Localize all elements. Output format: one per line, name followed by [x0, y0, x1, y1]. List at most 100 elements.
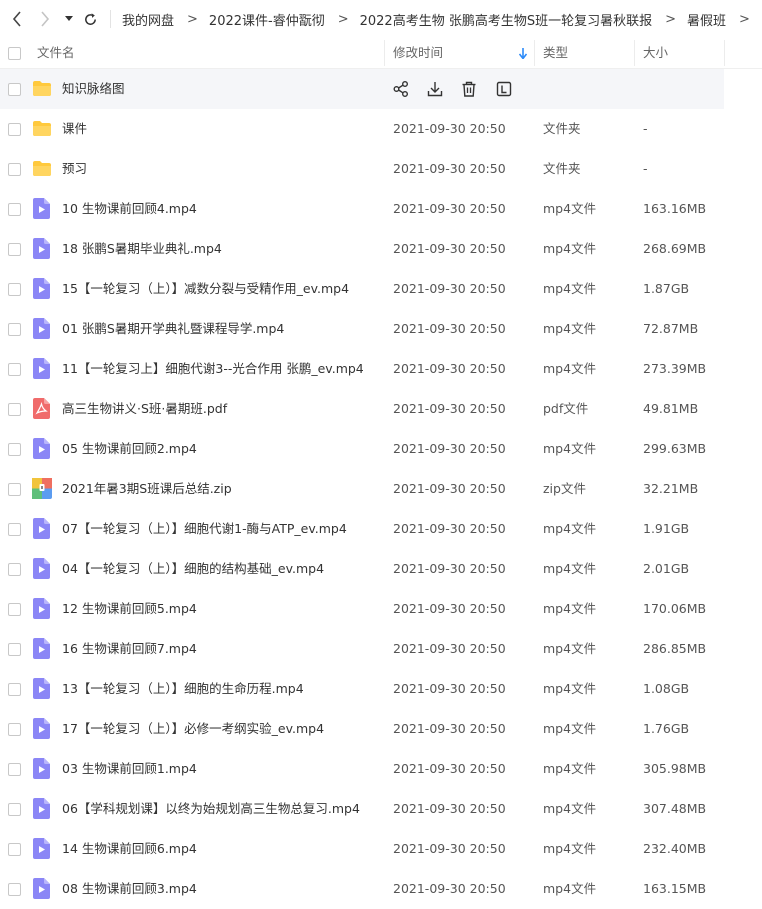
- row-checkbox[interactable]: [8, 163, 21, 176]
- breadcrumb-item-course[interactable]: 2022课件-睿仲翫彻: [209, 10, 325, 29]
- history-dropdown-button[interactable]: [62, 9, 76, 29]
- row-checkbox[interactable]: [8, 83, 21, 96]
- row-checkbox[interactable]: [8, 723, 21, 736]
- breadcrumb-item-current[interactable]: 暑假班: [687, 10, 726, 29]
- row-checkbox[interactable]: [8, 843, 21, 856]
- row-checkbox[interactable]: [8, 363, 21, 376]
- file-name[interactable]: 05 生物课前回顾2.mp4: [62, 429, 197, 469]
- file-row[interactable]: 01 张鹏S暑期开学典礼暨课程导学.mp4 2021-09-30 20:50 mp4…: [0, 309, 762, 349]
- file-name[interactable]: 07【一轮复习（上）】细胞代谢1-酶与ATP_ev.mp4: [62, 509, 347, 549]
- file-name[interactable]: 11【一轮复习上】细胞代谢3--光合作用 张鹏_ev.mp4: [62, 349, 364, 389]
- file-row[interactable]: 08 生物课前回顾3.mp4 2021-09-30 20:50 mp4文件 163.1…: [0, 869, 762, 909]
- file-name[interactable]: 课件: [62, 109, 87, 149]
- file-row[interactable]: 07【一轮复习（上）】细胞代谢1-酶与ATP_ev.mp4 2021-09-30 …: [0, 509, 762, 549]
- file-size: 268.69MB: [643, 241, 707, 256]
- row-checkbox[interactable]: [8, 803, 21, 816]
- file-row[interactable]: 14 生物课前回顾6.mp4 2021-09-30 20:50 mp4文件 232.4…: [0, 829, 762, 869]
- file-modified-time: 2021-09-30 20:50: [393, 521, 506, 536]
- file-name[interactable]: 高三生物讲义·S班·暑期班.pdf: [62, 389, 227, 429]
- file-name[interactable]: 预习: [62, 149, 87, 189]
- file-name[interactable]: 08 生物课前回顾3.mp4: [62, 869, 197, 909]
- file-name[interactable]: 06【学科规划课】以终为始规划高三生物总复习.mp4: [62, 789, 360, 829]
- row-checkbox[interactable]: [8, 883, 21, 896]
- file-name[interactable]: 2021年暑3期S班课后总结.zip: [62, 469, 232, 509]
- row-checkbox[interactable]: [8, 523, 21, 536]
- file-name[interactable]: 10 生物课前回顾4.mp4: [62, 189, 197, 229]
- file-row[interactable]: 预习 2021-09-30 20:50 文件夹 -: [0, 149, 762, 189]
- row-checkbox[interactable]: [8, 403, 21, 416]
- row-checkbox[interactable]: [8, 323, 21, 336]
- file-name[interactable]: 01 张鹏S暑期开学典礼暨课程导学.mp4: [62, 309, 284, 349]
- row-checkbox[interactable]: [8, 563, 21, 576]
- row-checkbox[interactable]: [8, 603, 21, 616]
- breadcrumb-item-class[interactable]: 2022高考生物 张鹏高考生物S班一轮复习暑秋联报: [360, 10, 652, 29]
- refresh-button[interactable]: [80, 9, 100, 29]
- sort-descending-icon[interactable]: [519, 48, 527, 59]
- file-row[interactable]: 18 张鹏S暑期毕业典礼.mp4 2021-09-30 20:50 mp4文件 268…: [0, 229, 762, 269]
- file-name[interactable]: 12 生物课前回顾5.mp4: [62, 589, 197, 629]
- row-checkbox[interactable]: [8, 283, 21, 296]
- file-row[interactable]: 2021年暑3期S班课后总结.zip 2021-09-30 20:50 zip文件 3…: [0, 469, 762, 509]
- file-row[interactable]: 12 生物课前回顾5.mp4 2021-09-30 20:50 mp4文件 170.0…: [0, 589, 762, 629]
- file-name[interactable]: 18 张鹏S暑期毕业典礼.mp4: [62, 229, 222, 269]
- column-header-type[interactable]: 类型: [543, 38, 568, 68]
- column-header-modified[interactable]: 修改时间: [393, 38, 443, 68]
- row-checkbox[interactable]: [8, 643, 21, 656]
- file-row[interactable]: 16 生物课前回顾7.mp4 2021-09-30 20:50 mp4文件 286.8…: [0, 629, 762, 669]
- file-row[interactable]: 03 生物课前回顾1.mp4 2021-09-30 20:50 mp4文件 305.9…: [0, 749, 762, 789]
- row-checkbox[interactable]: [8, 683, 21, 696]
- file-modified-time: 2021-09-30 20:50: [393, 841, 506, 856]
- file-row[interactable]: 知识脉络图: [0, 69, 724, 109]
- row-checkbox[interactable]: [8, 243, 21, 256]
- column-header-name[interactable]: 文件名: [37, 38, 75, 68]
- file-name[interactable]: 13【一轮复习（上）】细胞的生命历程.mp4: [62, 669, 304, 709]
- download-icon[interactable]: [426, 80, 444, 98]
- row-checkbox[interactable]: [8, 123, 21, 136]
- file-row[interactable]: 课件 2021-09-30 20:50 文件夹 -: [0, 109, 762, 149]
- video-file-icon: [33, 838, 50, 859]
- file-name[interactable]: 15【一轮复习（上）】减数分裂与受精作用_ev.mp4: [62, 269, 349, 309]
- file-row[interactable]: 06【学科规划课】以终为始规划高三生物总复习.mp4 2021-09-30 20:…: [0, 789, 762, 829]
- file-row[interactable]: 04【一轮复习（上）】细胞的结构基础_ev.mp4 2021-09-30 20:5…: [0, 549, 762, 589]
- file-name[interactable]: 03 生物课前回顾1.mp4: [62, 749, 197, 789]
- file-name[interactable]: 16 生物课前回顾7.mp4: [62, 629, 197, 669]
- file-row[interactable]: 15【一轮复习（上）】减数分裂与受精作用_ev.mp4 2021-09-30 20…: [0, 269, 762, 309]
- file-row[interactable]: 13【一轮复习（上）】细胞的生命历程.mp4 2021-09-30 20:50 mp…: [0, 669, 762, 709]
- file-row[interactable]: 17【一轮复习（上）】必修一考纲实验_ev.mp4 2021-09-30 20:5…: [0, 709, 762, 749]
- video-file-icon: [33, 878, 50, 899]
- file-name[interactable]: 17【一轮复习（上）】必修一考纲实验_ev.mp4: [62, 709, 324, 749]
- column-header-size[interactable]: 大小: [643, 38, 668, 68]
- file-name[interactable]: 04【一轮复习（上）】细胞的结构基础_ev.mp4: [62, 549, 324, 589]
- breadcrumb-item-root[interactable]: 我的网盘: [122, 10, 174, 29]
- delete-icon[interactable]: [460, 80, 478, 98]
- file-type: mp4文件: [543, 601, 597, 616]
- rename-icon[interactable]: [495, 80, 513, 98]
- file-row[interactable]: 11【一轮复习上】细胞代谢3--光合作用 张鹏_ev.mp4 2021-09-30…: [0, 349, 762, 389]
- file-size: 286.85MB: [643, 641, 707, 656]
- column-divider[interactable]: [534, 40, 535, 66]
- file-name[interactable]: 14 生物课前回顾6.mp4: [62, 829, 197, 869]
- file-type: mp4文件: [543, 641, 597, 656]
- file-size: 1.87GB: [643, 281, 690, 296]
- file-row[interactable]: 高三生物讲义·S班·暑期班.pdf 2021-09-30 20:50 pdf文件 49…: [0, 389, 762, 429]
- refresh-icon: [84, 12, 96, 25]
- file-row[interactable]: 10 生物课前回顾4.mp4 2021-09-30 20:50 mp4文件 163.1…: [0, 189, 762, 229]
- select-all-checkbox[interactable]: [8, 47, 21, 60]
- file-size: -: [643, 121, 648, 136]
- file-size: 32.21MB: [643, 481, 699, 496]
- column-divider[interactable]: [384, 40, 385, 66]
- file-name[interactable]: 知识脉络图: [62, 69, 125, 109]
- row-checkbox[interactable]: [8, 443, 21, 456]
- column-divider[interactable]: [724, 40, 725, 66]
- column-divider[interactable]: [634, 40, 635, 66]
- row-checkbox[interactable]: [8, 203, 21, 216]
- file-modified-time: 2021-09-30 20:50: [393, 201, 506, 216]
- share-icon[interactable]: [392, 80, 410, 98]
- file-row[interactable]: 05 生物课前回顾2.mp4 2021-09-30 20:50 mp4文件 299.6…: [0, 429, 762, 469]
- file-size: 163.16MB: [643, 201, 707, 216]
- row-checkbox[interactable]: [8, 483, 21, 496]
- forward-button[interactable]: [36, 9, 54, 29]
- file-size: 170.06MB: [643, 601, 707, 616]
- back-button[interactable]: [8, 9, 26, 29]
- row-checkbox[interactable]: [8, 763, 21, 776]
